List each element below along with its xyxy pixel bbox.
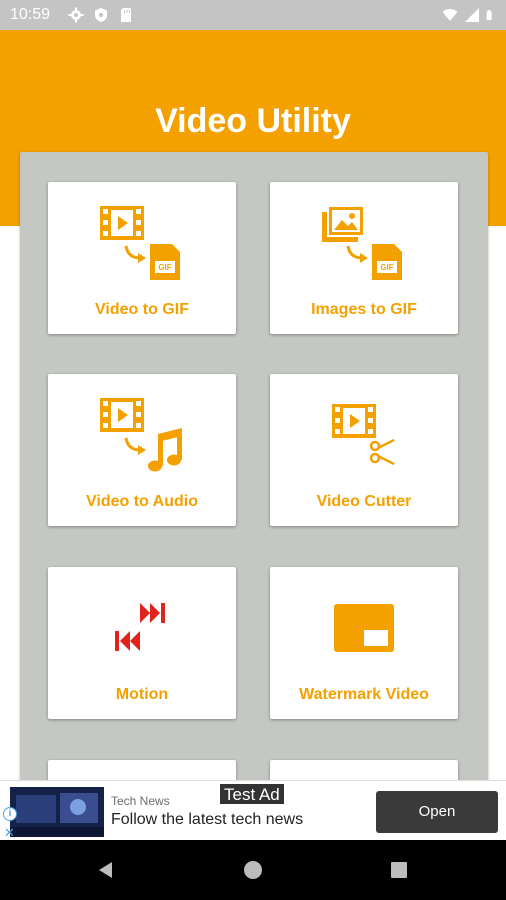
battery-icon	[486, 10, 492, 20]
ad-headline[interactable]: Follow the latest tech news	[111, 811, 303, 829]
motion-card[interactable]: Motion	[48, 567, 236, 719]
images-to-gif-card[interactable]: GIF Images to GIF	[270, 182, 458, 334]
ad-close-icon[interactable]: ✕	[4, 825, 15, 841]
video-to-gif-card[interactable]: GIF Video to GIF	[48, 182, 236, 334]
video-to-audio-label: Video to Audio	[86, 493, 198, 510]
motion-label: Motion	[115, 686, 169, 703]
watermark-video-card[interactable]: Watermark Video	[270, 567, 458, 719]
video-cutter-card[interactable]: Video Cutter	[270, 374, 458, 526]
motion-icon	[115, 603, 165, 651]
signal-icon	[465, 8, 479, 22]
svg-text:GIF: GIF	[380, 263, 393, 272]
feature-panel[interactable]: GIF Video to GIF GIF Images to GIF Video…	[20, 152, 488, 792]
video-to-gif-label: Video to GIF	[95, 301, 189, 318]
svg-text:GIF: GIF	[158, 263, 171, 272]
video-to-audio-card[interactable]: Video to Audio	[48, 374, 236, 526]
back-icon[interactable]	[96, 860, 116, 880]
ad-banner[interactable]: i ✕ Tech News Follow the latest tech new…	[0, 780, 506, 840]
ad-info-icon[interactable]: i	[3, 807, 17, 821]
sd-card-icon	[121, 8, 131, 22]
app-title: Video Utility	[155, 102, 351, 140]
status-time: 10:59	[10, 6, 51, 23]
video-cutter-label: Video Cutter	[316, 493, 412, 510]
wifi-icon	[442, 9, 458, 21]
watermark-icon	[334, 604, 394, 652]
ad-badge: Test Ad	[219, 783, 285, 805]
ad-open-button[interactable]: Open	[376, 791, 498, 833]
watermark-video-label: Watermark Video	[299, 686, 429, 703]
settings-icon	[68, 7, 84, 23]
recents-icon[interactable]	[389, 860, 409, 880]
ad-source: Tech News	[111, 794, 170, 808]
shield-icon	[95, 8, 107, 22]
navigation-bar	[0, 840, 506, 900]
images-to-gif-icon: GIF	[322, 205, 402, 280]
ad-thumbnail[interactable]	[10, 787, 104, 837]
video-to-audio-icon	[100, 398, 182, 472]
video-cutter-icon	[332, 404, 395, 466]
home-icon[interactable]	[243, 860, 263, 880]
status-bar: 10:59	[0, 0, 506, 30]
video-to-gif-icon: GIF	[100, 206, 180, 280]
images-to-gif-label: Images to GIF	[311, 301, 417, 318]
